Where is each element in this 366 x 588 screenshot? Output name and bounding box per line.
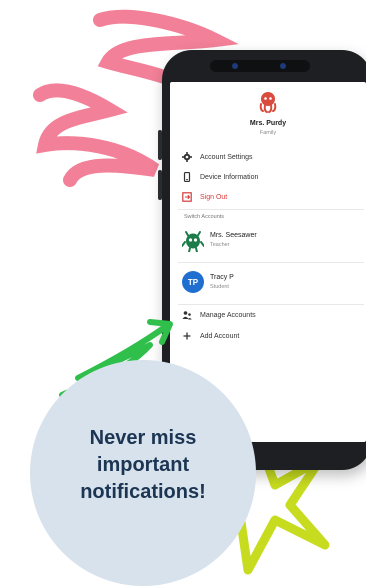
account-role: Student [210,284,229,290]
divider [178,262,364,263]
profile-role: Family [259,130,277,136]
sign-out-item[interactable]: Sign Out [182,188,227,206]
phone-side-button [158,170,162,200]
phone-side-button [158,130,162,160]
avatar: TP [182,271,204,293]
device-information-label: Device Information [200,173,259,181]
sign-out-label: Sign Out [200,193,228,201]
profile-name: Mrs. Purdy [249,120,287,127]
account-role: Teacher [210,242,230,248]
divider [178,209,364,210]
account-settings-label: Account Settings [200,153,253,161]
profile-header: Mrs. Purdy Family [170,82,366,144]
pink-scribble-lower [33,83,160,187]
account-item-student[interactable]: TP Tracy P Student [182,268,362,298]
plus-icon [183,332,191,340]
camera-icon [232,63,238,69]
divider [178,304,364,305]
monster-avatar-icon [182,231,204,252]
tagline-line-1: Never miss [89,427,197,449]
account-name: Tracy P [210,274,234,281]
account-settings-item[interactable]: Account Settings [182,148,253,166]
add-account-item[interactable]: Add Account [182,327,239,345]
switch-accounts-label: Switch Accounts [184,214,225,220]
users-icon [182,311,192,320]
gear-icon [182,152,192,162]
account-item-teacher[interactable]: Mrs. Seesawer Teacher [182,226,362,256]
phone-icon [183,172,191,182]
tagline-line-2: important [96,454,190,476]
phone-notch [210,60,310,72]
manage-accounts-item[interactable]: Manage Accounts [182,306,256,324]
octopus-avatar-icon [259,92,277,113]
add-account-label: Add Account [200,332,240,340]
sign-out-icon [182,192,192,202]
tagline-line-3: notifications! [80,481,206,503]
device-information-item[interactable]: Device Information [182,168,258,186]
manage-accounts-label: Manage Accounts [200,311,256,319]
tagline: Never miss important notifications! [40,425,246,506]
camera-icon [280,63,286,69]
account-name: Mrs. Seesawer [210,232,257,239]
